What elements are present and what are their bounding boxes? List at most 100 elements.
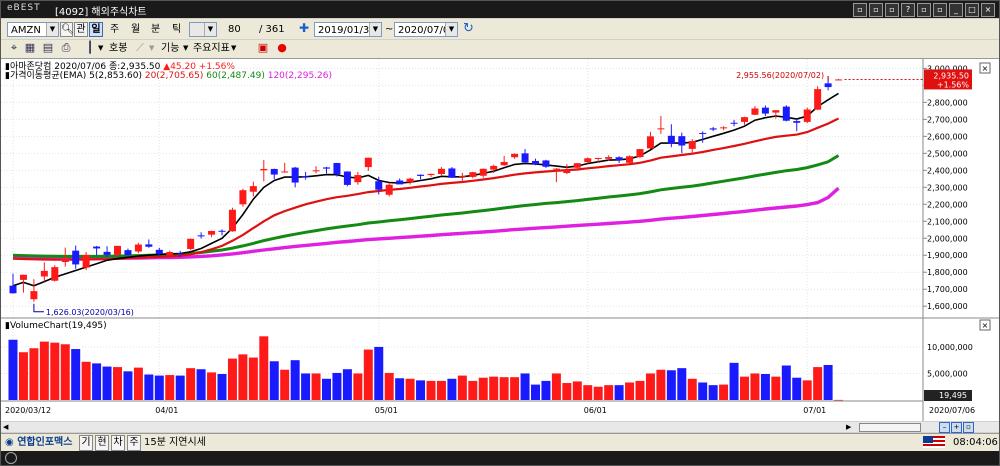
candle-body bbox=[511, 153, 519, 158]
line-tool-icon[interactable]: ⟋ bbox=[133, 41, 147, 55]
tab-hyun[interactable]: 현 bbox=[95, 435, 109, 451]
volume-bar bbox=[677, 368, 687, 400]
volume-bar bbox=[342, 369, 352, 400]
chevron-down-icon[interactable]: ▼ bbox=[98, 41, 103, 56]
stop-icon[interactable]: ● bbox=[275, 41, 289, 55]
chart-area[interactable]: 1,600,000 1,700,000 1,800,000 1,900,000 2,00… bbox=[1, 59, 999, 421]
volume-bar bbox=[227, 358, 237, 400]
refresh-icon[interactable]: ↻ bbox=[463, 21, 474, 36]
chevron-down-icon[interactable]: ▼ bbox=[204, 23, 216, 36]
tick-unit-select[interactable]: ▼ bbox=[189, 22, 217, 37]
volume-tick-label: 10,000,000 bbox=[927, 343, 973, 352]
x-last-label: 2020/07/06 bbox=[929, 406, 975, 415]
kwan-button[interactable]: 관 bbox=[74, 22, 88, 37]
data-icon[interactable]: ▣ bbox=[256, 41, 270, 55]
volume-bar bbox=[531, 384, 540, 400]
zoom-in-icon[interactable]: + bbox=[951, 422, 962, 433]
high-label: 2,955.56(2020/07/02) bbox=[736, 71, 824, 80]
chevron-down-icon[interactable]: ▼ bbox=[231, 41, 236, 56]
chevron-down-icon[interactable]: ▼ bbox=[149, 41, 154, 56]
chevron-down-icon[interactable]: ▼ bbox=[183, 41, 188, 56]
horizontal-scrollbar[interactable]: ◀ ▶ – + ▫ bbox=[1, 422, 999, 433]
x-axis-labels: 2020/03/12 04/01 05/01 06/01 07/01 2020/07/06 bbox=[5, 406, 975, 415]
tab-cha[interactable]: 차 bbox=[111, 435, 125, 451]
volume-bar bbox=[39, 341, 49, 400]
price-tick-label: 1,800,000 bbox=[927, 268, 968, 277]
scroll-right-icon[interactable]: ▶ bbox=[846, 422, 854, 432]
crosshair-icon[interactable]: ⌖ bbox=[7, 41, 21, 55]
pin-icon[interactable]: ▫ bbox=[853, 3, 867, 17]
volume-bars bbox=[8, 336, 844, 401]
volume-bar bbox=[499, 377, 509, 400]
volume-bar bbox=[583, 385, 593, 400]
volume-bar bbox=[92, 363, 102, 400]
price-chart[interactable]: 1,600,000 1,700,000 1,800,000 1,900,000 2,00… bbox=[1, 59, 999, 421]
candle-body bbox=[521, 153, 529, 163]
scroll-left-icon[interactable]: ◀ bbox=[3, 422, 11, 432]
hogae-option[interactable]: 호봉 bbox=[109, 41, 127, 56]
table-icon[interactable]: ▦ bbox=[23, 41, 37, 55]
price-tick-label: 1,600,000 bbox=[927, 302, 968, 311]
price-tick-label: 2,800,000 bbox=[927, 98, 968, 107]
indicator-menu[interactable]: 주요지표 bbox=[193, 41, 230, 56]
end-date-input[interactable]: 2020/07/06 ▼ bbox=[394, 22, 458, 37]
count-input[interactable]: 80 bbox=[225, 22, 251, 37]
volume-bar bbox=[259, 336, 269, 400]
close-icon: × bbox=[982, 321, 989, 330]
x-tick-label: 05/01 bbox=[375, 406, 398, 415]
candle-type-icon[interactable]: ┃ bbox=[83, 41, 97, 55]
candle-body bbox=[594, 157, 602, 159]
volume-bar bbox=[50, 342, 60, 400]
candle-body bbox=[835, 79, 843, 81]
print-icon[interactable]: ⎙ bbox=[59, 41, 73, 55]
minimize-icon[interactable]: _ bbox=[949, 3, 963, 17]
settings-icon[interactable] bbox=[5, 452, 17, 464]
candle-body bbox=[249, 186, 257, 192]
zoom-reset-icon[interactable]: ▫ bbox=[963, 422, 974, 433]
tab-ju[interactable]: 주 bbox=[127, 435, 141, 451]
tool-icon[interactable]: ▫ bbox=[869, 3, 883, 17]
close-icon[interactable]: × bbox=[981, 3, 995, 17]
plus-icon[interactable]: ✚ bbox=[299, 21, 309, 36]
tab-monthly[interactable]: 월 bbox=[131, 22, 140, 37]
candle-body bbox=[814, 89, 822, 110]
search-button[interactable]: 🔍︎ bbox=[60, 22, 74, 37]
candle-body bbox=[636, 149, 644, 158]
candle-body bbox=[730, 122, 738, 124]
volume-bar bbox=[635, 380, 645, 400]
symbol-input[interactable]: AMZN ▼ bbox=[7, 22, 59, 37]
tab-minute[interactable]: 분 bbox=[151, 22, 160, 37]
candle-body bbox=[709, 128, 717, 130]
chevron-down-icon[interactable]: ▼ bbox=[445, 23, 457, 36]
info-icon[interactable]: ▫ bbox=[917, 3, 931, 17]
candle-body bbox=[312, 170, 320, 172]
candle-body bbox=[479, 168, 487, 176]
candle-body bbox=[197, 235, 205, 237]
function-menu[interactable]: 기능 bbox=[161, 41, 179, 56]
volume-bar bbox=[614, 385, 624, 400]
save-icon[interactable]: ▤ bbox=[41, 41, 55, 55]
volume-bar bbox=[60, 344, 70, 400]
candle-body bbox=[82, 254, 90, 268]
volume-bar bbox=[687, 378, 697, 400]
volume-axis-labels: 5,000,000 10,000,000 bbox=[927, 343, 973, 379]
link-icon[interactable]: ▫ bbox=[885, 3, 899, 17]
candle-body bbox=[688, 141, 696, 149]
chevron-down-icon[interactable]: ▼ bbox=[369, 23, 381, 36]
maximize-icon[interactable]: □ bbox=[965, 3, 979, 17]
volume-bar bbox=[604, 385, 614, 400]
volume-bar bbox=[468, 380, 478, 400]
tab-weekly[interactable]: 주 bbox=[110, 22, 119, 37]
candle-body bbox=[448, 168, 456, 178]
zoom-out-icon[interactable]: – bbox=[939, 422, 950, 433]
zoom-slider[interactable] bbox=[859, 423, 921, 432]
chevron-down-icon[interactable]: ▼ bbox=[46, 23, 58, 36]
restore-icon[interactable]: ▫ bbox=[933, 3, 947, 17]
tab-daily[interactable]: 일 bbox=[89, 22, 103, 37]
help-icon[interactable]: ? bbox=[901, 3, 915, 17]
tab-gi[interactable]: 기 bbox=[79, 435, 93, 451]
start-date-input[interactable]: 2019/01/30 ▼ bbox=[314, 22, 382, 37]
legend-volume: ▮VolumeChart(19,495) bbox=[5, 321, 107, 331]
volume-bar bbox=[71, 349, 81, 400]
tab-tick[interactable]: 틱 bbox=[172, 22, 181, 37]
